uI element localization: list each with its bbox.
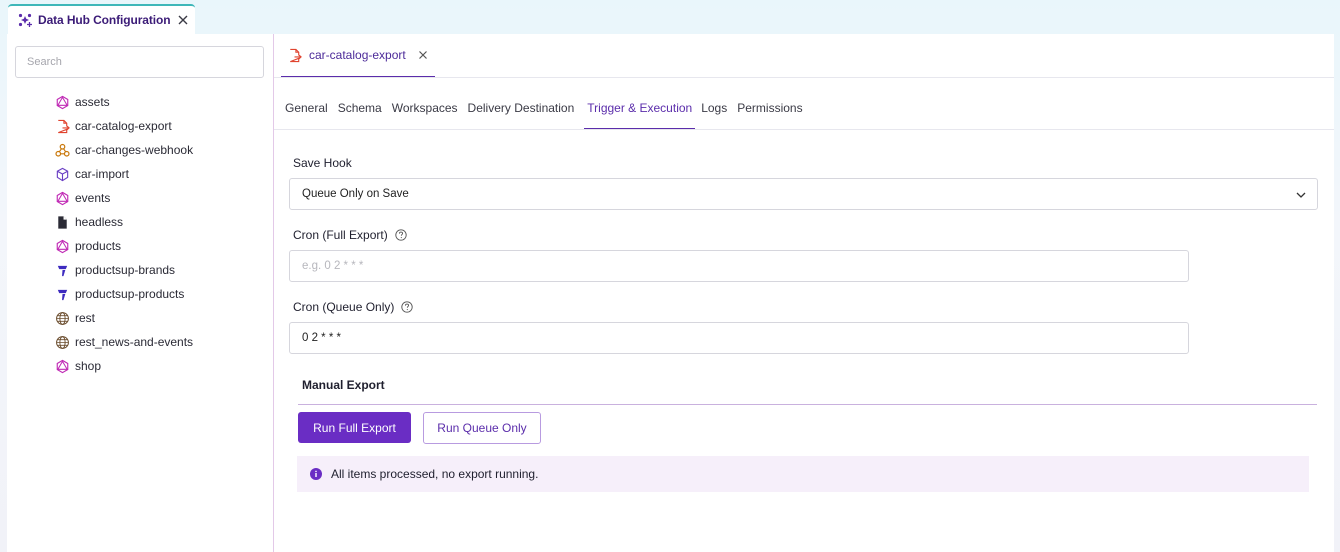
tree-item-headless[interactable]: headless [55,210,193,234]
tab-workspaces[interactable]: Workspaces [392,94,462,130]
tree-item-label: productsup-products [75,287,185,301]
tree-item-products[interactable]: products [55,234,193,258]
globe-icon [56,311,69,325]
tree-item-car-catalog-export[interactable]: car-catalog-export [55,114,193,138]
run-queue-only-button[interactable]: Run Queue Only [423,412,541,444]
productsup-icon [57,265,68,276]
cron-full-label-text: Cron (Full Export) [293,228,388,242]
config-tree: assets car-catalog-export car-changes-we… [55,90,193,378]
save-hook-label: Save Hook [293,156,352,170]
cron-queue-label-text: Cron (Queue Only) [293,300,395,314]
tree-item-label: rest_news-and-events [75,335,194,349]
chevron-down-icon [1296,192,1306,198]
tree-item-label: rest [75,311,96,325]
status-alert: All items processed, no export running. [297,456,1309,492]
main-panel: assets car-catalog-export car-changes-we… [7,34,1334,552]
tree-item-label: products [75,239,122,253]
cron-full-label: Cron (Full Export) [293,228,407,242]
graphql-icon [56,359,69,373]
tab-permissions[interactable]: Permissions [737,94,806,130]
tree-item-label: shop [75,359,102,373]
tree-item-rest-news-and-events[interactable]: rest_news-and-events [55,330,193,354]
tab-schema[interactable]: Schema [338,94,386,130]
tree-item-label: car-changes-webhook [75,143,194,157]
tree-item-productsup-brands[interactable]: productsup-brands [55,258,193,282]
tree-item-label: car-catalog-export [75,119,172,133]
tree-item-rest[interactable]: rest [55,306,193,330]
status-message: All items processed, no export running. [331,467,539,481]
graphql-icon [56,239,69,253]
globe-icon [56,335,69,349]
tab-delivery-destination[interactable]: Delivery Destination [468,94,579,130]
productsup-icon [57,289,68,300]
manual-export-title: Manual Export [302,378,385,392]
graphql-icon [56,191,69,205]
file-export-icon [58,119,70,133]
save-hook-select[interactable]: Queue Only on Save [289,178,1318,210]
app-tab[interactable]: Data Hub Configuration [8,4,195,34]
cron-full-input[interactable] [289,250,1189,282]
save-hook-label-text: Save Hook [293,156,352,170]
cube-import-icon [56,167,69,181]
document-icon [58,215,67,229]
file-export-icon [290,48,302,62]
app-tab-title: Data Hub Configuration [38,13,171,27]
data-hub-icon [18,13,32,27]
cron-queue-label: Cron (Queue Only) [293,300,414,314]
tree-item-productsup-products[interactable]: productsup-products [55,282,193,306]
tab-trigger-execution[interactable]: Trigger & Execution [584,94,696,130]
webhook-icon [55,143,70,157]
cron-queue-input[interactable] [289,322,1189,354]
doc-tabs-rule [274,77,1334,78]
tree-item-label: events [75,191,111,205]
tab-general[interactable]: General [285,94,332,130]
doc-tab-label: car-catalog-export [309,48,406,62]
tree-item-label: headless [75,215,124,229]
sidebar-divider[interactable] [273,34,274,552]
subtab-bar: General Schema Workspaces Delivery Desti… [285,94,813,130]
tab-logs[interactable]: Logs [701,94,731,130]
tree-item-events[interactable]: events [55,186,193,210]
tree-item-car-import[interactable]: car-import [55,162,193,186]
tree-item-label: assets [75,95,110,109]
save-hook-value: Queue Only on Save [302,188,409,200]
info-icon [310,468,322,480]
graphql-icon [56,95,69,109]
close-icon[interactable] [418,50,428,60]
tree-item-assets[interactable]: assets [55,90,193,114]
help-icon[interactable] [401,301,414,313]
subtabs-rule [274,129,1334,130]
tree-item-shop[interactable]: shop [55,354,193,378]
search-input[interactable] [15,46,264,78]
tree-item-car-changes-webhook[interactable]: car-changes-webhook [55,138,193,162]
tree-item-label: productsup-brands [75,263,176,277]
run-full-export-button[interactable]: Run Full Export [298,412,411,443]
close-icon[interactable] [177,14,189,26]
manual-export-rule [298,404,1317,405]
doc-tab-car-catalog-export[interactable]: car-catalog-export [281,34,435,78]
tree-item-label: car-import [75,167,130,181]
help-icon[interactable] [395,229,407,241]
